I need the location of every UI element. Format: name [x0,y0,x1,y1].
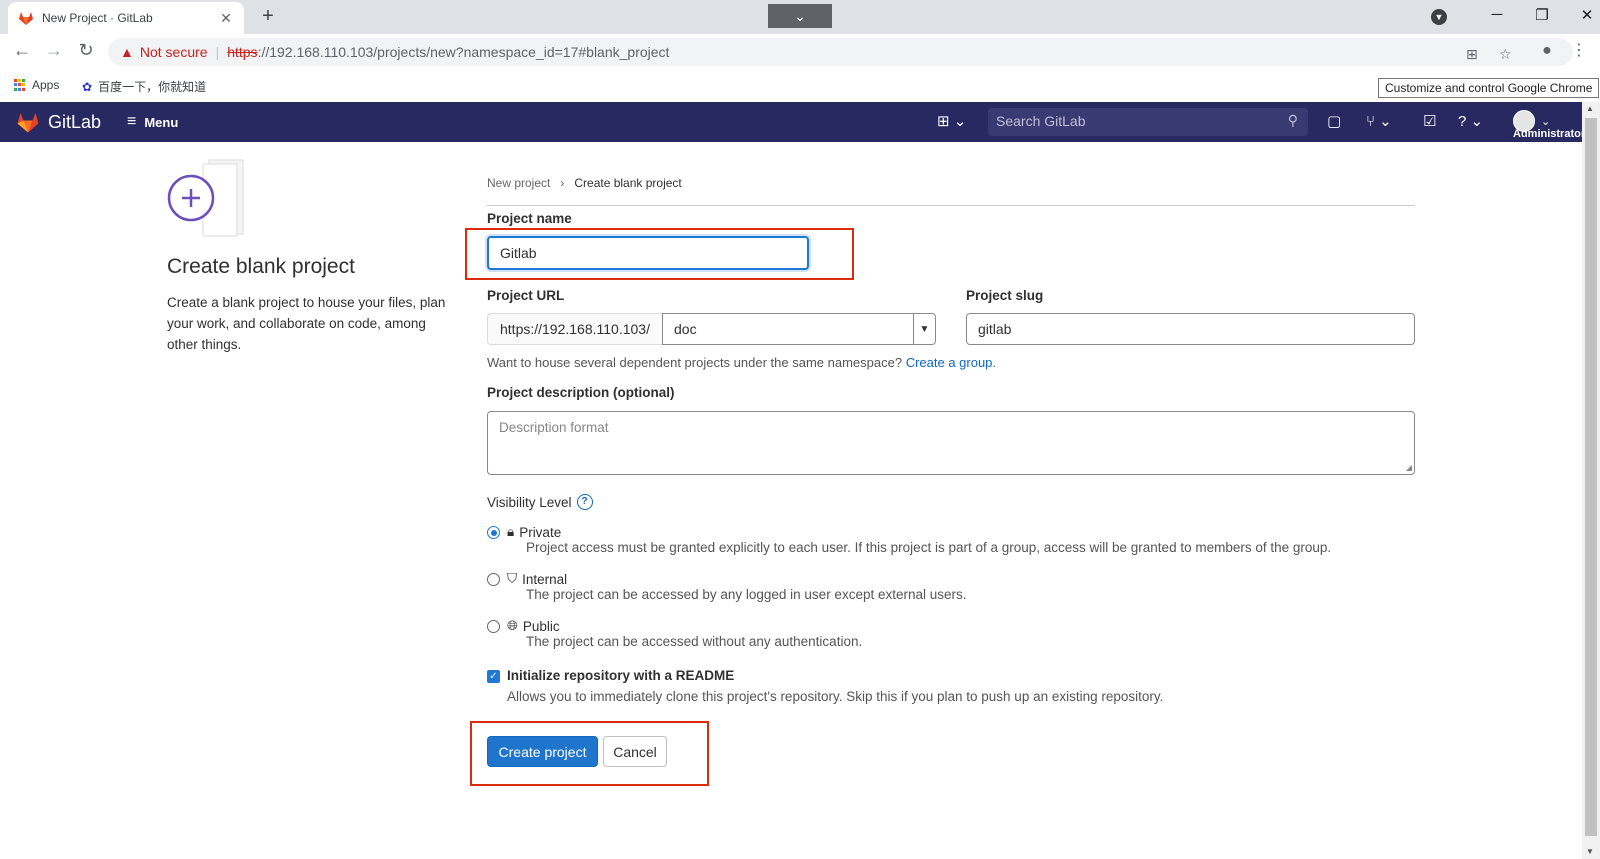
cancel-button[interactable]: Cancel [603,736,667,767]
url-path: ://192.168.110.103/projects/new?namespac… [257,44,670,60]
globe-icon: 🌐︎ [507,618,518,633]
project-url-label: Project URL [487,288,565,303]
private-title: Private [519,524,562,540]
menu-button[interactable]: ≡ Menu [127,113,178,131]
project-description-input[interactable]: Description format ◢ [487,411,1415,475]
scroll-down-arrow-icon[interactable]: ▼ [1586,847,1594,856]
project-url-prefix: https://192.168.110.103/ [487,313,663,345]
readme-checkbox[interactable]: ✓ [487,670,500,683]
chrome-menu-tooltip: Customize and control Google Chrome [1378,78,1600,98]
breadcrumb-new-project[interactable]: New project [487,176,550,190]
restore-icon[interactable]: ❐ [1527,6,1557,24]
gitlab-navbar: GitLab ≡ Menu ⊞ ⌄ Search GitLab ⚲ ▢ ⑂ ⌄ … [0,102,1585,142]
search-placeholder: Search GitLab [996,113,1086,129]
gitlab-home-link[interactable]: GitLab [16,110,101,134]
radio-private[interactable] [487,526,500,539]
gitlab-logo-icon [17,113,39,133]
bookmark-star-icon[interactable]: ☆ [1499,46,1512,63]
help-dropdown-icon[interactable]: ? ⌄ [1458,112,1483,130]
new-item-dropdown-icon[interactable]: ⊞ ⌄ [937,112,966,130]
create-project-button[interactable]: Create project [487,736,598,767]
page-description: Create a blank project to house your fil… [167,295,446,352]
question-circle-icon[interactable]: ? [576,494,593,510]
user-menu[interactable]: ⌄ Administrator [1513,110,1585,140]
description-label: Project description (optional) [487,385,675,400]
page-title: Create blank project [167,255,355,278]
tab-search-button[interactable]: ⌄ [768,4,832,28]
breadcrumb-divider [487,205,1415,206]
namespace-value: doc [674,321,697,337]
new-tab-button[interactable]: + [256,5,280,28]
breadcrumb-chevron-icon: › [560,176,565,190]
issues-icon[interactable]: ▢ [1327,112,1341,130]
create-group-link[interactable]: Create a group. [906,355,996,370]
user-name-label: Administrator [1513,128,1586,140]
address-bar[interactable]: ▲ Not secure | https ://192.168.110.103/… [108,38,1573,66]
browser-tab-title: New Project · GitLab [42,11,153,25]
baidu-paw-icon: ✿ [82,79,93,94]
resize-handle-icon[interactable]: ◢ [1406,463,1412,472]
chrome-menu-icon[interactable]: ⋮ [1567,40,1591,60]
back-arrow-icon[interactable]: ← [10,40,34,61]
public-description: The project can be accessed without any … [526,634,863,649]
chevron-down-icon: ▼ [913,314,935,344]
warning-triangle-icon: ▲ [120,44,134,60]
bookmark-baidu-label: 百度一下，你就知道 [98,80,207,94]
bookmark-baidu[interactable]: ✿ 百度一下，你就知道 [82,78,206,95]
not-secure-label: Not secure [139,44,208,60]
bookmarks-bar: Apps ✿ 百度一下，你就知道 [0,70,1600,102]
todos-icon[interactable]: ☑ [1423,112,1436,130]
omnibox-separator: | [215,44,220,60]
namespace-select[interactable]: doc ▼ [662,313,936,345]
project-slug-label: Project slug [966,288,1044,303]
bookmark-apps[interactable]: Apps [14,78,59,92]
shield-icon: ⛉ [507,571,518,586]
visibility-level: Visibility Level ? [487,494,593,510]
window-close-icon[interactable]: ✕ [1572,6,1600,24]
merge-requests-icon[interactable]: ⑂ ⌄ [1366,112,1392,130]
internal-description: The project can be accessed by any logge… [526,587,967,602]
gitlab-brand-label: GitLab [48,111,102,132]
browser-tab-strip: New Project · GitLab ✕ + ⌄ ▼ ─ ❐ ✕ [0,0,1600,34]
namespace-help: Want to house several dependent projects… [487,355,903,370]
forward-arrow-icon[interactable]: → [42,40,66,61]
namespace-help-text: Want to house several dependent projects… [487,355,996,370]
visibility-label: Visibility Level [487,494,572,510]
browser-tab[interactable]: New Project · GitLab ✕ [8,2,244,34]
radio-internal[interactable] [487,573,500,586]
readme-label: Initialize repository with a README [507,668,735,683]
project-slug-input[interactable]: gitlab [966,313,1415,345]
blank-project-illustration [167,159,244,237]
radio-public[interactable] [487,620,500,633]
private-description: Project access must be granted explicitl… [526,540,1332,555]
lock-icon: 🔒︎ [507,524,515,539]
chevron-down-icon: ⌄ [794,7,806,24]
hamburger-icon: ≡ [127,113,137,130]
chrome-profile-icon[interactable]: ▼ [1431,9,1447,25]
project-name-input[interactable]: Gitlab [487,236,809,270]
bookmark-apps-label: Apps [32,78,60,92]
profile-icon[interactable]: ● [1535,42,1559,60]
breadcrumb-current: Create blank project [574,176,682,190]
readme-description: Allows you to immediately clone this pro… [507,689,1164,704]
apps-grid-icon [14,79,26,91]
public-title: Public [522,618,560,634]
gitlab-favicon-icon [19,12,33,25]
url-scheme: https [227,44,258,60]
reload-icon[interactable]: ↻ [74,40,98,61]
scroll-up-arrow-icon[interactable]: ▲ [1586,104,1594,113]
translate-icon[interactable]: ⊞ [1466,46,1478,63]
search-icon: ⚲ [1287,112,1298,128]
breadcrumb: New project › Create blank project [487,176,682,190]
project-name-label: Project name [487,211,572,226]
scrollbar-thumb[interactable] [1585,118,1597,836]
tab-close-icon[interactable]: ✕ [218,10,234,27]
browser-toolbar: ← → ↻ ▲ Not secure | https ://192.168.11… [0,34,1600,70]
menu-label: Menu [144,114,179,130]
minimize-icon[interactable]: ─ [1482,6,1512,23]
chevron-down-icon: ⌄ [1541,115,1551,128]
description-placeholder: Description format [499,420,609,435]
search-input[interactable]: Search GitLab ⚲ [988,108,1308,136]
internal-title: Internal [522,571,568,587]
